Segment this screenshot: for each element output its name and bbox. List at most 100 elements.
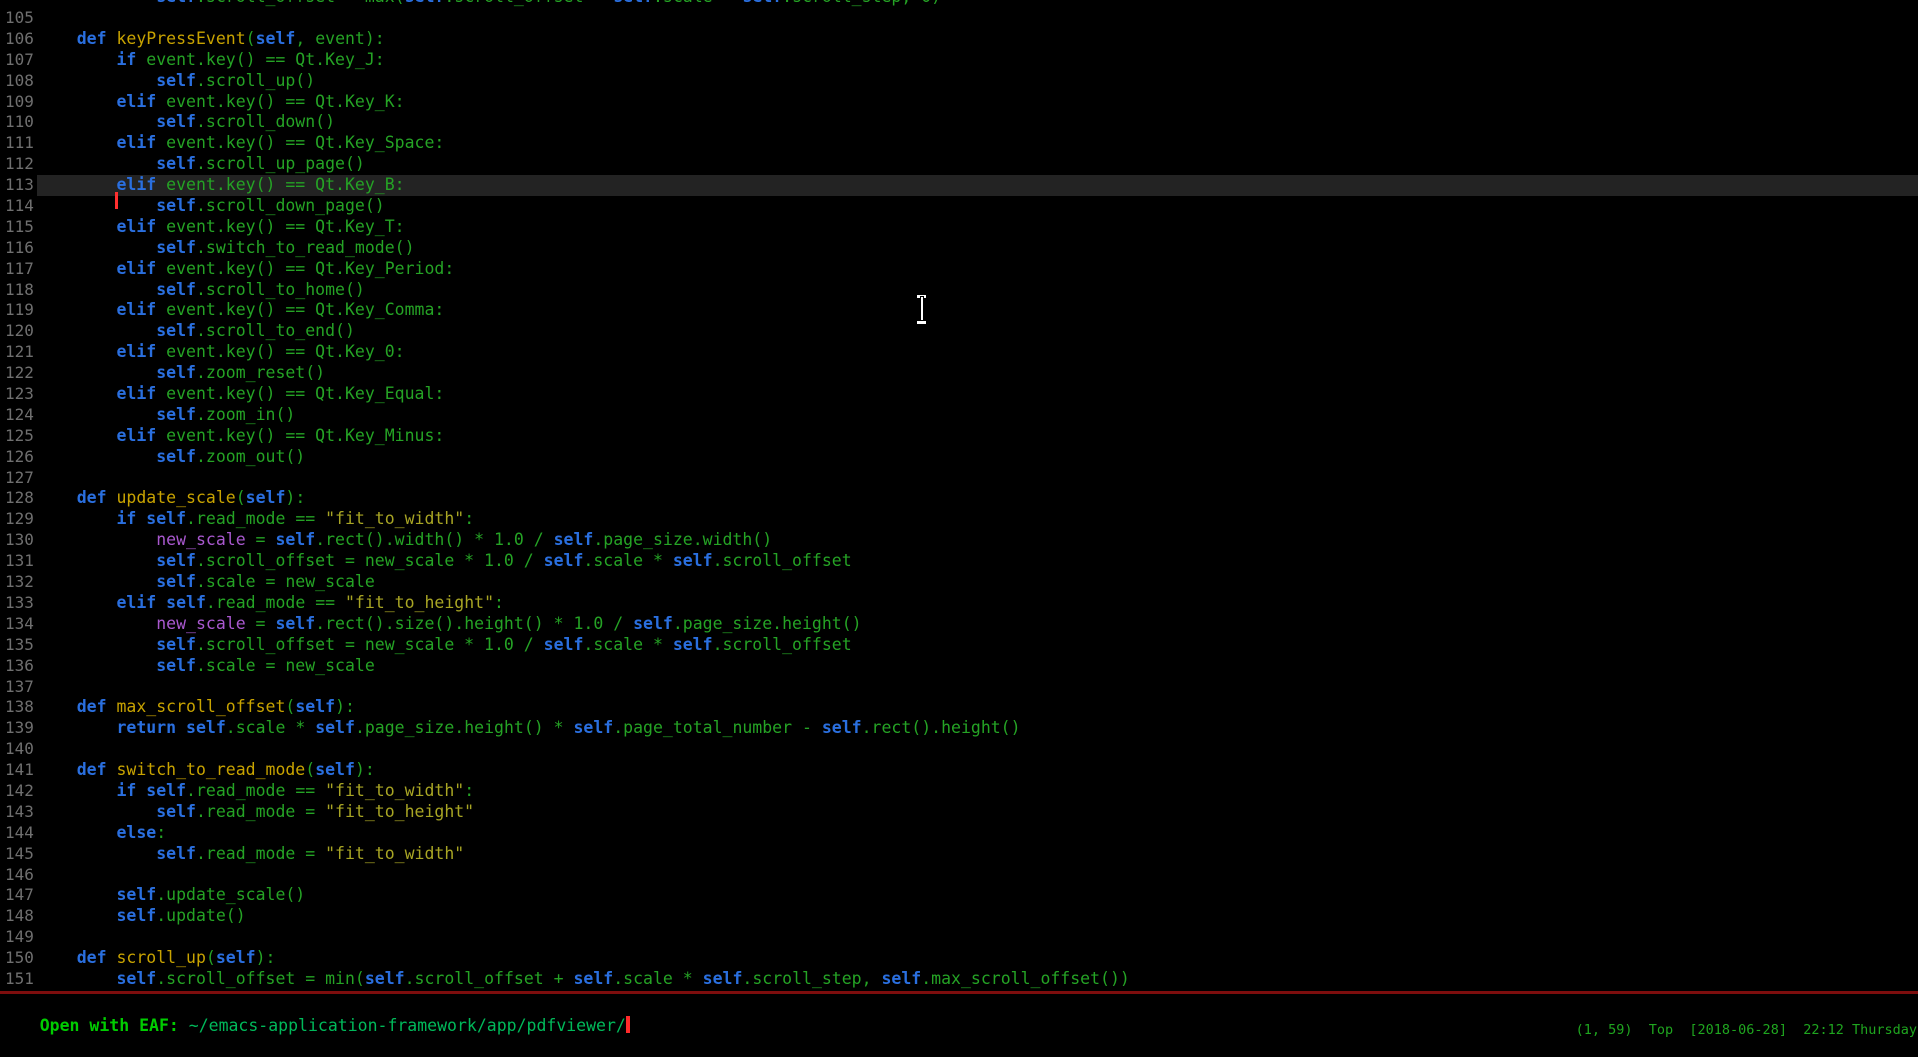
code-token: .max_scroll_offset()) bbox=[921, 969, 1130, 988]
code-text[interactable]: def keyPressEvent(self, event): bbox=[37, 29, 1918, 50]
code-text[interactable]: self.scroll_up() bbox=[37, 71, 1918, 92]
code-text[interactable]: self.scroll_down_page() bbox=[37, 196, 1918, 217]
code-token: self bbox=[275, 614, 315, 633]
code-token: event.key() == Qt.Key_Minus: bbox=[156, 426, 444, 445]
code-token: self bbox=[156, 321, 196, 340]
code-line: 136 self.scale = new_scale bbox=[0, 656, 1918, 677]
code-text[interactable] bbox=[37, 927, 1918, 948]
line-number bbox=[0, 0, 37, 8]
code-text[interactable]: self.zoom_in() bbox=[37, 405, 1918, 426]
line-number: 106 bbox=[0, 29, 37, 50]
code-text[interactable]: self.scroll_to_home() bbox=[37, 280, 1918, 301]
code-token: elif bbox=[116, 593, 156, 612]
code-text[interactable]: self.scroll_offset = new_scale * 1.0 / s… bbox=[37, 551, 1918, 572]
code-text[interactable] bbox=[37, 8, 1918, 29]
code-token bbox=[107, 948, 117, 967]
code-token: .switch_to_read_mode() bbox=[196, 238, 415, 257]
code-text[interactable] bbox=[37, 677, 1918, 698]
code-token bbox=[37, 300, 116, 319]
line-number: 145 bbox=[0, 844, 37, 865]
code-text[interactable]: self.switch_to_read_mode() bbox=[37, 238, 1918, 259]
code-text[interactable]: def max_scroll_offset(self): bbox=[37, 697, 1918, 718]
code-line: 123 elif event.key() == Qt.Key_Equal: bbox=[0, 384, 1918, 405]
code-text[interactable]: elif event.key() == Qt.Key_K: bbox=[37, 92, 1918, 113]
code-text[interactable]: self.scroll_up_page() bbox=[37, 154, 1918, 175]
code-text[interactable]: self.scroll_to_end() bbox=[37, 321, 1918, 342]
tray-row: (1, 59) Top [2018-06-28] 22:12 Thursday bbox=[0, 1016, 1918, 1037]
code-token: update_scale bbox=[117, 488, 236, 507]
code-text[interactable]: elif event.key() == Qt.Key_Comma: bbox=[37, 300, 1918, 321]
code-text[interactable]: self.read_mode = "fit_to_height" bbox=[37, 802, 1918, 823]
code-token: self bbox=[246, 488, 286, 507]
code-token: event.key() == Qt.Key_0: bbox=[156, 342, 404, 361]
code-text[interactable]: self.scroll_down() bbox=[37, 112, 1918, 133]
code-token: self bbox=[156, 154, 196, 173]
code-text[interactable]: self.update() bbox=[37, 906, 1918, 927]
code-token bbox=[37, 844, 156, 863]
code-text[interactable]: elif event.key() == Qt.Key_Equal: bbox=[37, 384, 1918, 405]
code-text[interactable]: new_scale = self.rect().width() * 1.0 / … bbox=[37, 530, 1918, 551]
code-text[interactable]: elif event.key() == Qt.Key_Period: bbox=[37, 259, 1918, 280]
code-line: 112 self.scroll_up_page() bbox=[0, 154, 1918, 175]
code-text[interactable]: self.scale = new_scale bbox=[37, 656, 1918, 677]
code-text[interactable]: else: bbox=[37, 823, 1918, 844]
code-text[interactable]: elif event.key() == Qt.Key_0: bbox=[37, 342, 1918, 363]
line-number: 120 bbox=[0, 321, 37, 342]
code-text[interactable]: elif event.key() == Qt.Key_B: bbox=[37, 175, 1918, 196]
code-text[interactable]: if self.read_mode == "fit_to_width": bbox=[37, 781, 1918, 802]
code-token: def bbox=[77, 697, 107, 716]
code-line: 119 elif event.key() == Qt.Key_Comma: bbox=[0, 300, 1918, 321]
minibuffer[interactable]: Open with EAF: ~/emacs-application-frame… bbox=[0, 994, 1918, 1016]
code-token bbox=[37, 697, 77, 716]
code-text[interactable]: self.scale = new_scale bbox=[37, 572, 1918, 593]
code-token: self bbox=[116, 906, 156, 925]
code-text[interactable]: new_scale = self.rect().size().height() … bbox=[37, 614, 1918, 635]
code-text[interactable]: self.zoom_reset() bbox=[37, 363, 1918, 384]
code-line: 137 bbox=[0, 677, 1918, 698]
code-text[interactable] bbox=[37, 739, 1918, 760]
code-text[interactable]: def update_scale(self): bbox=[37, 488, 1918, 509]
code-line: 141 def switch_to_read_mode(self): bbox=[0, 760, 1918, 781]
code-token: self bbox=[673, 635, 713, 654]
code-text[interactable]: elif self.read_mode == "fit_to_height": bbox=[37, 593, 1918, 614]
code-token: .rect().width() * 1.0 / bbox=[315, 530, 553, 549]
code-text[interactable]: def scroll_up(self): bbox=[37, 948, 1918, 969]
code-text[interactable] bbox=[37, 865, 1918, 886]
line-number: 147 bbox=[0, 885, 37, 906]
code-token: event.key() == Qt.Key_Period: bbox=[156, 259, 454, 278]
code-text[interactable]: self.scroll_offset = new_scale * 1.0 / s… bbox=[37, 635, 1918, 656]
code-token: else bbox=[116, 823, 156, 842]
code-token: max_scroll_offset bbox=[117, 697, 286, 716]
code-token bbox=[37, 551, 156, 570]
code-text[interactable]: return self.scale * self.page_size.heigh… bbox=[37, 718, 1918, 739]
code-text[interactable] bbox=[37, 468, 1918, 489]
code-line: 144 else: bbox=[0, 823, 1918, 844]
code-token: : bbox=[464, 509, 474, 528]
code-text[interactable]: self.update_scale() bbox=[37, 885, 1918, 906]
code-text[interactable]: elif event.key() == Qt.Key_Minus: bbox=[37, 426, 1918, 447]
code-text[interactable]: if self.read_mode == "fit_to_width": bbox=[37, 509, 1918, 530]
code-token: self bbox=[186, 718, 226, 737]
code-token: self bbox=[573, 718, 613, 737]
code-line: 143 self.read_mode = "fit_to_height" bbox=[0, 802, 1918, 823]
code-text[interactable]: self.zoom_out() bbox=[37, 447, 1918, 468]
code-token bbox=[176, 718, 186, 737]
code-text[interactable]: self.read_mode = "fit_to_width" bbox=[37, 844, 1918, 865]
code-token bbox=[37, 530, 156, 549]
code-text[interactable]: if event.key() == Qt.Key_J: bbox=[37, 50, 1918, 71]
code-text[interactable]: self.scroll_offset = min(self.scroll_off… bbox=[37, 969, 1918, 990]
code-text[interactable]: elif event.key() == Qt.Key_Space: bbox=[37, 133, 1918, 154]
code-text[interactable]: def switch_to_read_mode(self): bbox=[37, 760, 1918, 781]
code-token: event.key() == Qt.Key_Comma: bbox=[156, 300, 444, 319]
code-token bbox=[37, 906, 116, 925]
line-number: 118 bbox=[0, 280, 37, 301]
code-token: ): bbox=[335, 697, 355, 716]
code-token: event.key() == Qt.Key_B: bbox=[156, 175, 404, 194]
code-token bbox=[107, 29, 117, 48]
code-token: elif bbox=[116, 426, 156, 445]
code-token: .scroll_up() bbox=[196, 71, 315, 90]
code-token: elif bbox=[116, 92, 156, 111]
code-text[interactable]: elif event.key() == Qt.Key_T: bbox=[37, 217, 1918, 238]
code-area[interactable]: self.scroll_offset = max(self.scroll_off… bbox=[0, 0, 1918, 990]
code-line: 115 elif event.key() == Qt.Key_T: bbox=[0, 217, 1918, 238]
